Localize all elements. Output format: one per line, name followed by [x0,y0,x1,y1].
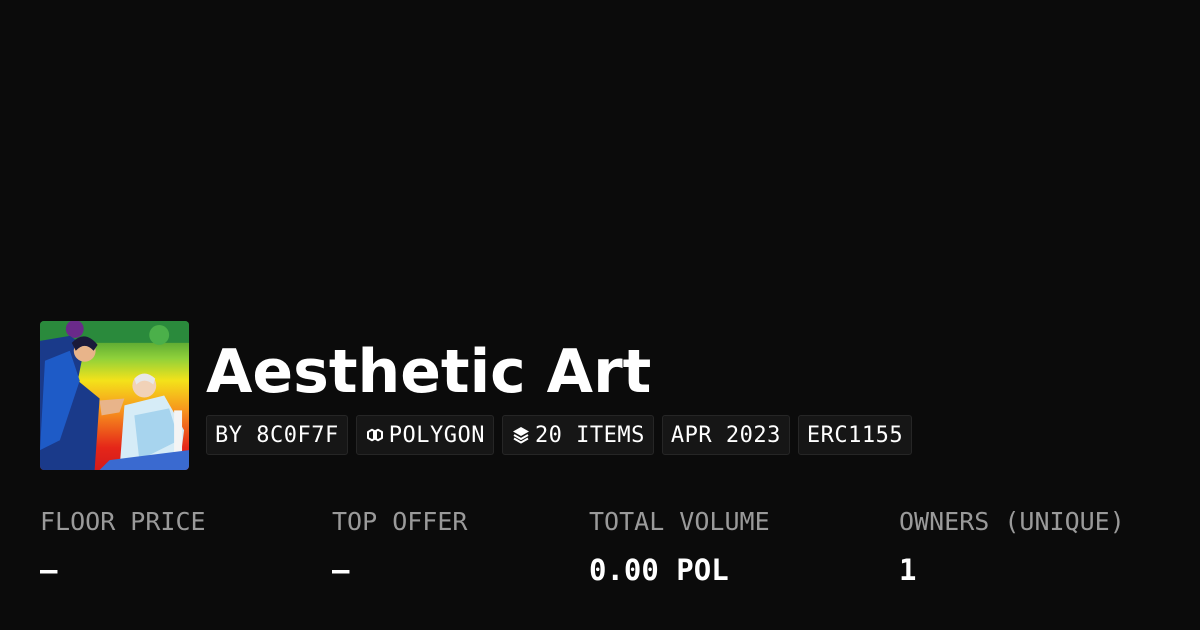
floor-price-stat: FLOOR PRICE – [40,505,206,588]
collection-badges: BY 8C0F7F POLYGON 20 ITEMS APR 2023 ERC1… [206,415,913,455]
total-volume-value: 0.00 POL [589,553,729,587]
collection-stats: FLOOR PRICE – TOP OFFER – TOTAL VOLUME 0… [40,505,1170,605]
polygon-icon [365,426,385,444]
date-badge: APR 2023 [661,415,790,455]
total-volume-label: TOTAL VOLUME [589,507,770,536]
items-label: 20 ITEMS [534,422,645,448]
chain-badge[interactable]: POLYGON [355,415,494,455]
owners-stat: OWNERS (UNIQUE) 1 [899,505,1125,588]
creator-label: BY 8C0F7F [215,422,339,448]
standard-badge: ERC1155 [797,415,913,455]
floor-price-label: FLOOR PRICE [40,507,206,536]
collection-thumbnail [40,321,189,470]
items-badge[interactable]: 20 ITEMS [501,415,654,455]
chain-label: POLYGON [388,422,485,448]
artwork-image [40,321,189,470]
total-volume-stat: TOTAL VOLUME 0.00 POL [589,505,770,588]
standard-label: ERC1155 [806,422,904,448]
owners-value: 1 [899,553,917,587]
top-offer-label: TOP OFFER [332,507,468,536]
top-offer-stat: TOP OFFER – [332,505,467,588]
top-offer-value: – [332,553,350,587]
floor-price-value: – [40,553,58,587]
date-label: APR 2023 [670,422,781,448]
owners-label: OWNERS (UNIQUE) [899,507,1125,536]
creator-badge[interactable]: BY 8C0F7F [206,415,348,455]
layers-icon [511,425,531,445]
collection-title: Aesthetic Art [206,337,652,407]
